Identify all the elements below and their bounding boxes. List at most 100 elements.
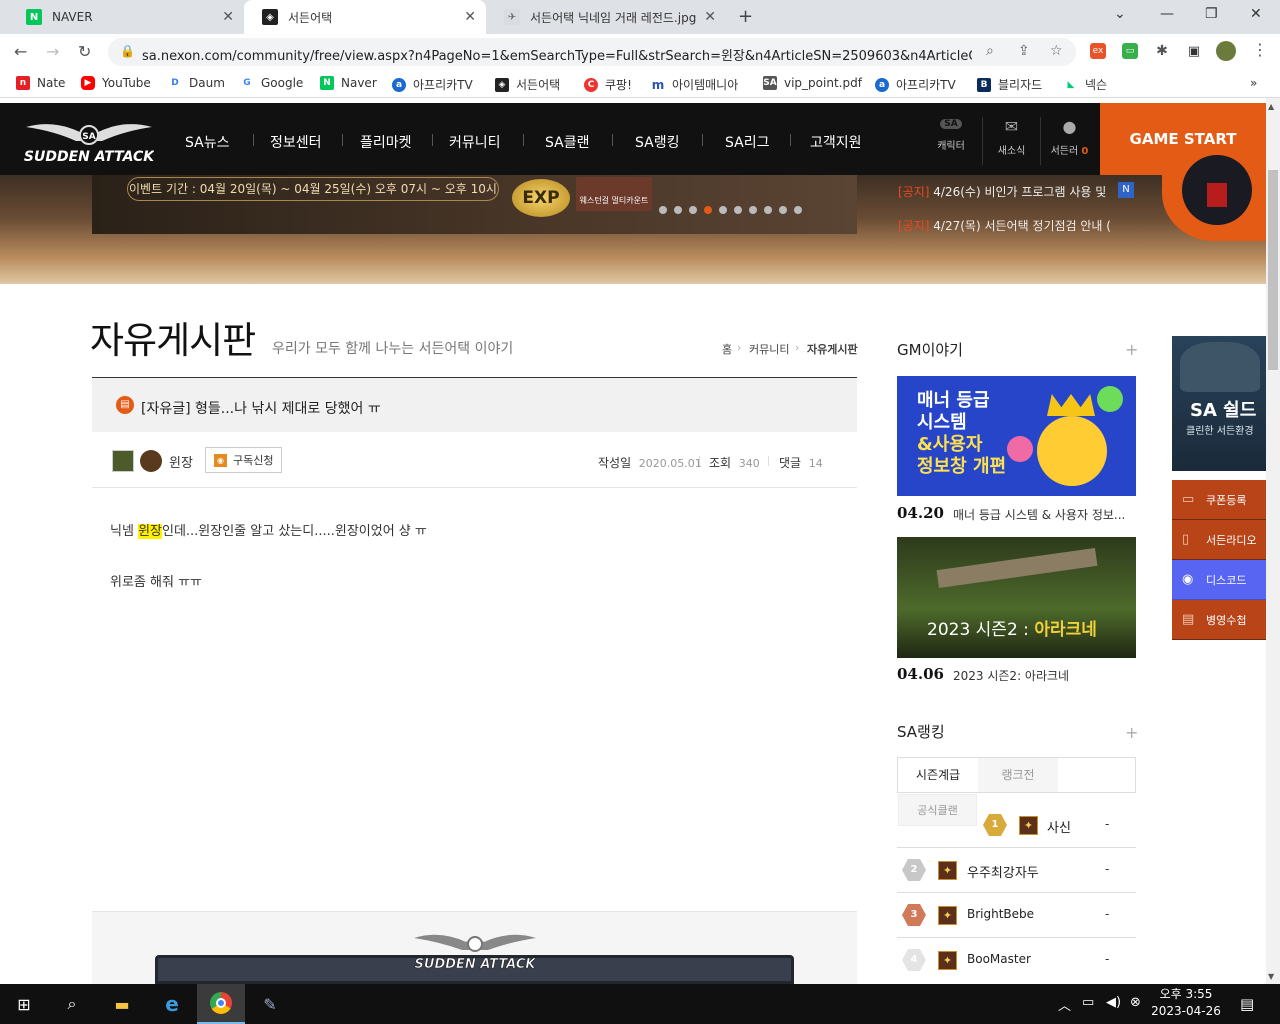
bookmark-afreecatv-2[interactable]: a 아프리카TV bbox=[875, 76, 956, 93]
gm-more-icon[interactable]: + bbox=[1125, 340, 1138, 359]
sudden-radio-button[interactable]: ▯ 서든라디오 bbox=[1172, 520, 1266, 560]
event-banner[interactable]: 이벤트 기간 : 04월 20일(목) ~ 04월 25일(수) 오후 07시 … bbox=[92, 175, 857, 234]
gm-story-title[interactable]: GM이야기 bbox=[897, 339, 963, 360]
tab-season-rank[interactable]: 시즌계급 bbox=[898, 758, 978, 792]
tab-search-icon[interactable]: ⌄ bbox=[1114, 6, 1126, 22]
tab-suddenattack[interactable]: ◈ 서든어택 ✕ bbox=[244, 0, 486, 34]
network-icon[interactable]: ▭ bbox=[1082, 995, 1094, 1010]
banner-dot[interactable] bbox=[734, 206, 742, 214]
bookmark-star-icon[interactable]: ☆ bbox=[1050, 43, 1063, 59]
sudden-attack-logo[interactable]: SA SUDDEN ATTACK bbox=[24, 117, 154, 163]
scroll-up-arrow-icon[interactable]: ▲ bbox=[1268, 102, 1274, 111]
author-avatar[interactable] bbox=[112, 450, 134, 472]
tab-naver[interactable]: N NAVER ✕ bbox=[8, 0, 244, 34]
new-tab-button[interactable]: + bbox=[738, 6, 753, 27]
bookmark-afreecatv[interactable]: a 아프리카TV bbox=[392, 76, 473, 93]
ranking-more-icon[interactable]: + bbox=[1125, 723, 1138, 742]
share-icon[interactable]: ⇪ bbox=[1018, 43, 1030, 59]
search-icon[interactable]: ⌕ bbox=[48, 984, 96, 1024]
bookmark-suddenattack[interactable]: ◈ 서든어택 bbox=[495, 76, 560, 93]
zoom-icon[interactable]: ⌕ bbox=[986, 43, 994, 59]
post-comments[interactable]: 댓글 14 bbox=[779, 454, 823, 471]
address-bar[interactable]: 🔒 sa.nexon.com/community/free/view.aspx?… bbox=[108, 38, 1076, 66]
reload-icon[interactable]: ↻ bbox=[78, 42, 91, 61]
banner-dot[interactable] bbox=[689, 206, 697, 214]
ranking-title[interactable]: SA랭킹 bbox=[897, 721, 945, 742]
tab-image[interactable]: ✈ 서든어택 닉네임 거래 레전드.jpg ✕ bbox=[486, 0, 726, 34]
notification-icon[interactable]: ▤ bbox=[1240, 995, 1254, 1013]
extension-icon[interactable]: ex bbox=[1090, 43, 1106, 59]
bookmark-vip-point-pdf[interactable]: SA vip_point.pdf bbox=[763, 76, 862, 90]
bookmark-google[interactable]: G Google bbox=[240, 76, 303, 90]
close-icon[interactable]: ✕ bbox=[704, 9, 716, 25]
banner-dot[interactable] bbox=[764, 206, 772, 214]
maximize-icon[interactable]: ❐ bbox=[1205, 6, 1218, 22]
author-name[interactable]: 윈장 bbox=[169, 452, 193, 471]
nav-sa-ranking[interactable]: SA랭킹 bbox=[635, 132, 679, 152]
notice-item[interactable]: [공지] 4/27(목) 서든어택 정기점검 안내 (오... bbox=[898, 217, 1110, 234]
bookmark-blizzard[interactable]: B 블리자드 bbox=[977, 76, 1042, 93]
banner-dot-active[interactable] bbox=[704, 206, 712, 214]
banner-dot[interactable] bbox=[779, 206, 787, 214]
discord-button[interactable]: ◉ 디스코드 bbox=[1172, 560, 1266, 600]
bookmark-youtube[interactable]: ▶ YouTube bbox=[81, 76, 151, 90]
nav-sa-clan[interactable]: SA클랜 bbox=[545, 132, 589, 152]
bookmarks-more-button[interactable]: » bbox=[1250, 76, 1257, 90]
profile-avatar[interactable] bbox=[1216, 41, 1236, 61]
breadcrumb-home[interactable]: 홈 bbox=[722, 341, 732, 357]
tab-rank-match[interactable]: 랭크전 bbox=[978, 758, 1058, 792]
extensions-puzzle-icon[interactable]: ✱ bbox=[1154, 43, 1170, 59]
close-icon[interactable]: ✕ bbox=[222, 9, 234, 25]
windows-start-icon[interactable]: ⊞ bbox=[0, 984, 48, 1024]
bookmark-itemmania[interactable]: m 아이템매니아 bbox=[651, 76, 738, 93]
close-icon[interactable]: ✕ bbox=[464, 9, 476, 25]
suddenler-button[interactable]: ● 서든러 0 bbox=[1040, 117, 1098, 165]
extension-green-icon[interactable]: ▭ bbox=[1122, 43, 1138, 59]
coupon-register-button[interactable]: ▭ 쿠폰등록 bbox=[1172, 480, 1266, 520]
character-button[interactable]: SA 캐릭터 bbox=[922, 117, 980, 165]
sa-shield-banner[interactable]: SA 쉴드 클린한 서든환경 bbox=[1172, 336, 1266, 471]
gm-card-image[interactable]: 2023 시즌2 : 아라크네 bbox=[897, 537, 1136, 658]
breadcrumb-community[interactable]: 커뮤니티 bbox=[749, 341, 789, 357]
news-button[interactable]: ✉ 새소식 bbox=[982, 117, 1040, 165]
taskbar-clock[interactable]: 오후 3:55 2023-04-26 bbox=[1150, 986, 1222, 1020]
nav-sa-news[interactable]: SA뉴스 bbox=[185, 132, 229, 152]
forward-icon[interactable]: → bbox=[46, 42, 59, 61]
paint-icon[interactable]: ✎ bbox=[246, 984, 294, 1024]
side-panel-icon[interactable]: ▣ bbox=[1186, 43, 1202, 59]
ranking-row[interactable]: 2 ✦ 우주최강자두 - bbox=[897, 848, 1136, 893]
banner-dot[interactable] bbox=[674, 206, 682, 214]
file-explorer-icon[interactable]: ▬ bbox=[98, 984, 146, 1024]
banner-dot[interactable] bbox=[659, 206, 667, 214]
nav-community[interactable]: 커뮤니티 bbox=[449, 132, 501, 152]
gm-card-desc[interactable]: 2023 시즌2: 아라크네 bbox=[953, 667, 1136, 684]
ranking-row[interactable]: 1 ✦ 사신 - bbox=[897, 803, 1136, 848]
ranking-row[interactable]: 3 ✦ BrightBebe - bbox=[897, 893, 1136, 938]
ranking-row[interactable]: 4 ✦ BooMaster - bbox=[897, 938, 1136, 983]
notice-item[interactable]: [공지] 4/26(수) 비인가 프로그램 사용 및 ... bbox=[898, 183, 1110, 200]
military-notebook-button[interactable]: ▤ 병영수첩 bbox=[1172, 600, 1266, 640]
banner-dot[interactable] bbox=[719, 206, 727, 214]
bookmark-nate[interactable]: n Nate bbox=[16, 76, 65, 90]
nav-flea-market[interactable]: 플리마켓 bbox=[360, 132, 412, 152]
scrollbar-thumb[interactable] bbox=[1268, 170, 1278, 370]
nav-customer-support[interactable]: 고객지원 bbox=[810, 132, 862, 152]
tray-expand-icon[interactable]: ︿ bbox=[1058, 995, 1071, 1014]
bookmark-nexon[interactable]: ◣ 넥슨 bbox=[1064, 76, 1107, 93]
volume-icon[interactable]: ◀) bbox=[1106, 995, 1121, 1010]
gm-card-desc[interactable]: 매너 등급 시스템 & 사용자 정보... bbox=[953, 506, 1136, 523]
bookmark-coupang[interactable]: C 쿠팡! bbox=[584, 76, 632, 93]
minimize-icon[interactable]: — bbox=[1160, 6, 1174, 22]
scroll-down-arrow-icon[interactable]: ▼ bbox=[1268, 972, 1274, 981]
subscribe-button[interactable]: ◉ 구독신청 bbox=[205, 447, 282, 473]
menu-icon[interactable]: ⋮ bbox=[1252, 40, 1268, 59]
internet-explorer-icon[interactable]: e bbox=[148, 984, 196, 1024]
status-x-icon[interactable]: ⊗ bbox=[1130, 995, 1141, 1010]
nav-info-center[interactable]: 정보센터 bbox=[270, 132, 322, 152]
nav-sa-league[interactable]: SA리그 bbox=[725, 132, 769, 152]
bookmark-naver[interactable]: N Naver bbox=[320, 76, 377, 90]
banner-dot[interactable] bbox=[749, 206, 757, 214]
bookmark-daum[interactable]: D Daum bbox=[168, 76, 225, 90]
gm-card-image[interactable]: 매너 등급 시스템 &사용자 정보창 개편 bbox=[897, 376, 1136, 496]
banner-dot[interactable] bbox=[794, 206, 802, 214]
